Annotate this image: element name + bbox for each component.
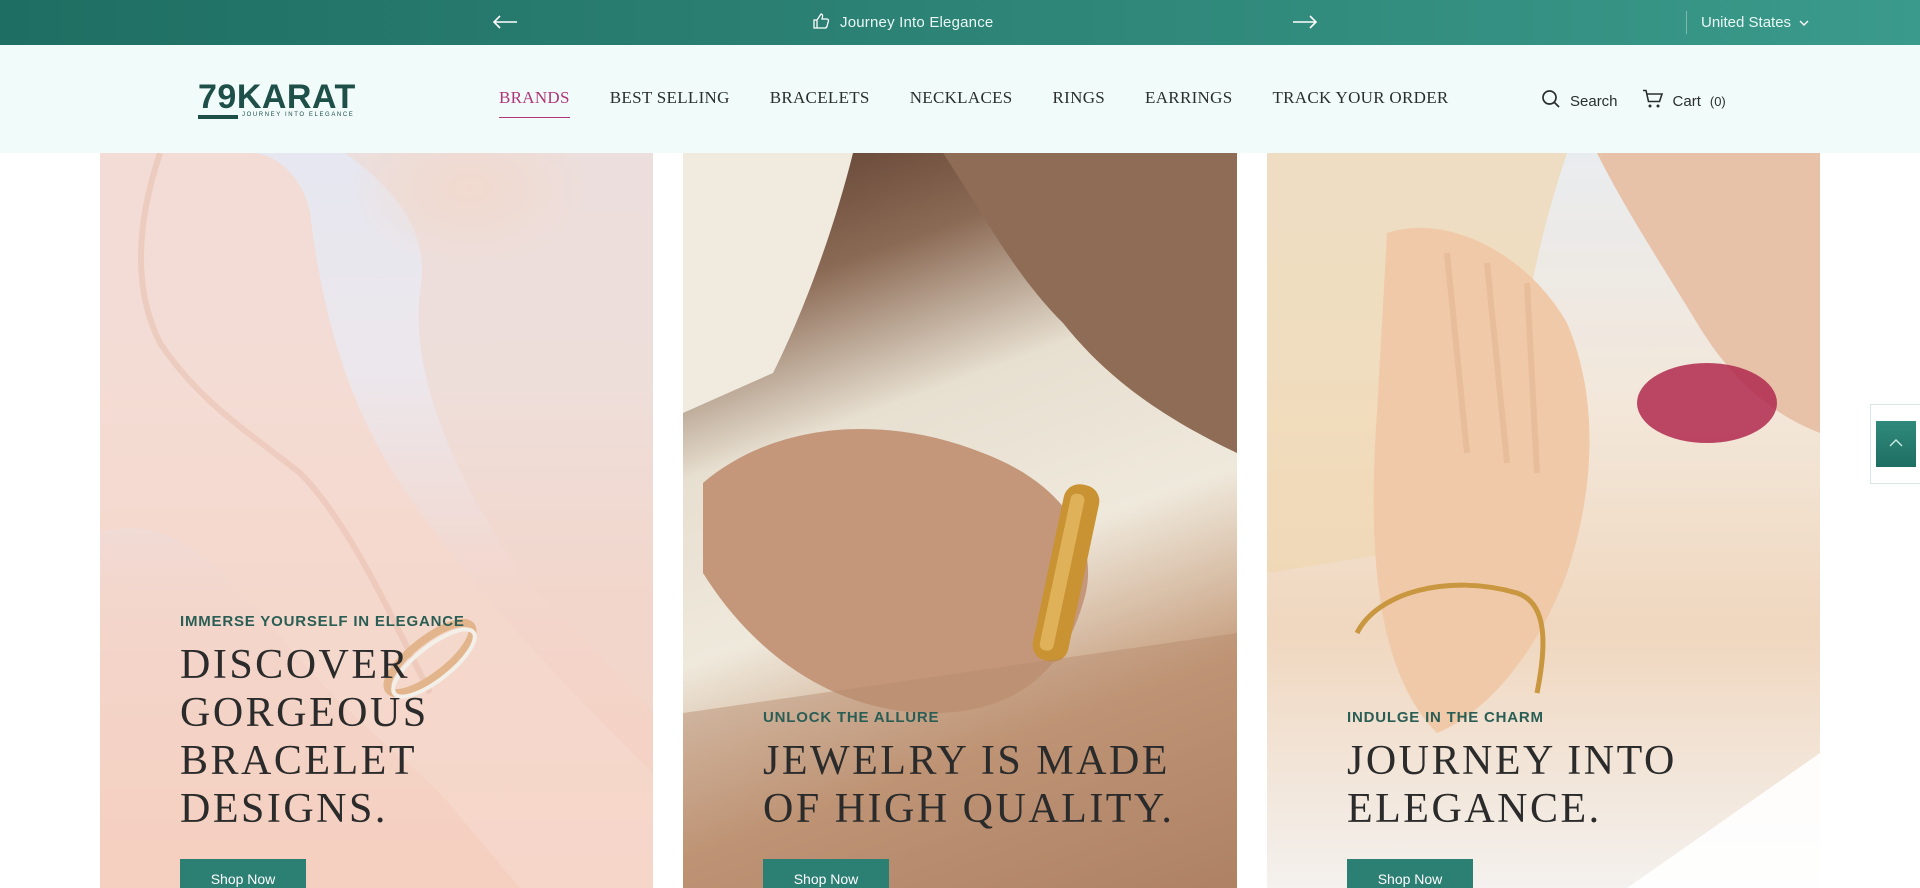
arrow-right-icon[interactable] [1289, 8, 1321, 36]
main-nav: BRANDS BEST SELLING BRACELETS NECKLACES … [499, 88, 1489, 118]
thumbs-up-icon [812, 12, 830, 34]
chevron-down-icon [1799, 14, 1809, 31]
nav-bracelets[interactable]: BRACELETS [770, 88, 870, 112]
search-button[interactable]: Search [1541, 89, 1618, 113]
cart-label: Cart [1672, 92, 1701, 110]
nav-rings[interactable]: RINGS [1053, 88, 1106, 112]
cart-button[interactable]: Cart (0) [1642, 89, 1726, 113]
shop-now-button[interactable]: Shop Now [180, 859, 306, 888]
shop-now-button[interactable]: Shop Now [1347, 859, 1473, 888]
country-selector[interactable]: United States [1701, 0, 1809, 45]
cart-count: (0) [1709, 93, 1726, 109]
nav-best-selling[interactable]: BEST SELLING [610, 88, 730, 112]
hero-headline: JEWELRY IS MADE OF HIGH QUALITY. [763, 738, 1175, 832]
logo-tagline: JOURNEY INTO ELEGANCE [242, 112, 355, 118]
site-header: 79KARAT JOURNEY INTO ELEGANCE BRANDS BES… [0, 45, 1920, 153]
hero-headline: DISCOVER GORGEOUS BRACELET DESIGNS. [180, 642, 429, 832]
announcement-bar: Journey Into Elegance United States [0, 0, 1920, 45]
search-icon [1541, 89, 1561, 113]
hero-card-2[interactable]: UNLOCK THE ALLURE JEWELRY IS MADE OF HIG… [683, 153, 1237, 888]
nav-brands[interactable]: BRANDS [499, 88, 570, 118]
nav-earrings[interactable]: EARRINGS [1145, 88, 1232, 112]
hero-card-1[interactable]: IMMERSE YOURSELF IN ELEGANCE DISCOVER GO… [100, 153, 653, 888]
nav-track-order[interactable]: TRACK YOUR ORDER [1272, 88, 1448, 112]
nav-necklaces[interactable]: NECKLACES [910, 88, 1013, 112]
country-label: United States [1701, 14, 1792, 31]
divider [1686, 11, 1687, 34]
scroll-to-top-button[interactable] [1876, 421, 1916, 467]
hero-card-3[interactable]: INDULGE IN THE CHARM JOURNEY INTO ELEGAN… [1267, 153, 1820, 888]
arrow-left-icon[interactable] [489, 8, 521, 36]
search-label: Search [1570, 92, 1618, 110]
shop-now-button[interactable]: Shop Now [763, 859, 889, 888]
hero-kicker: INDULGE IN THE CHARM [1347, 709, 1544, 726]
chevron-up-icon [1889, 435, 1903, 453]
announcement-message: Journey Into Elegance [812, 0, 993, 45]
logo-wordmark: 79KARAT [198, 78, 356, 116]
announcement-text: Journey Into Elegance [840, 14, 994, 31]
header-tools: Search Cart (0) [1541, 89, 1726, 113]
logo[interactable]: 79KARAT JOURNEY INTO ELEGANCE [198, 78, 362, 125]
logo-underline [198, 115, 238, 119]
cart-icon [1642, 89, 1664, 113]
hero-headline: JOURNEY INTO ELEGANCE. [1347, 738, 1677, 832]
hero-kicker: IMMERSE YOURSELF IN ELEGANCE [180, 613, 465, 630]
hero-kicker: UNLOCK THE ALLURE [763, 709, 940, 726]
